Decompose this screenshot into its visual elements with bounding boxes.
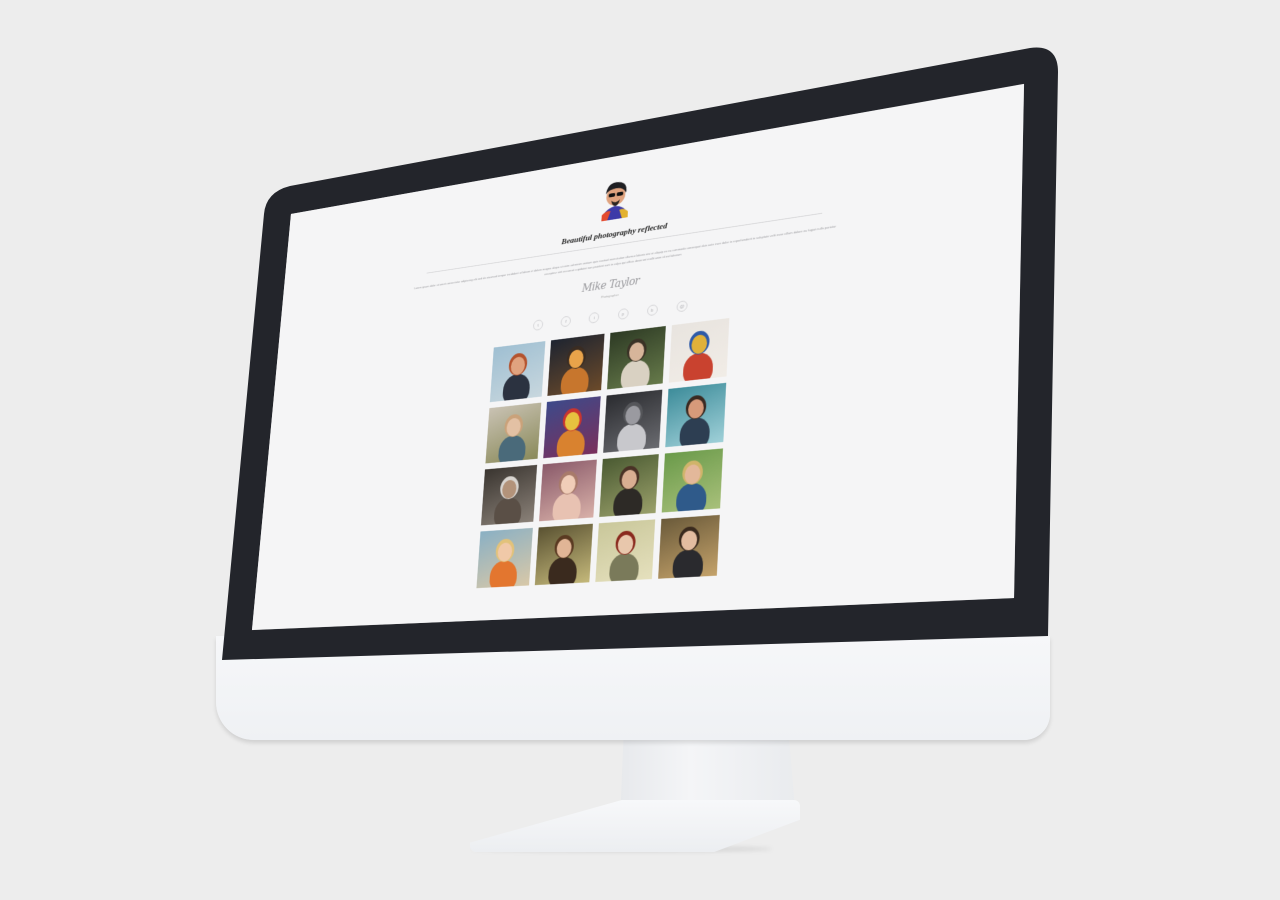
gallery-photo-old-man-smoking[interactable]: [481, 465, 537, 526]
mail-icon[interactable]: @: [676, 300, 687, 312]
gallery-photo-bw-figure[interactable]: [603, 390, 662, 453]
gallery-photo-girl-in-field[interactable]: [485, 403, 541, 464]
photo-gallery: [476, 318, 729, 588]
pinterest-icon[interactable]: p: [617, 308, 628, 320]
gallery-photo-child-in-meadow[interactable]: [662, 448, 723, 512]
gallery-photo-couple-in-water[interactable]: [665, 383, 726, 447]
behance-icon[interactable]: b: [647, 304, 658, 316]
gallery-photo-girl-vintage[interactable]: [595, 519, 655, 582]
gallery-photo-sunset-landscape[interactable]: [547, 334, 604, 396]
gallery-photo-wedding-couple[interactable]: [658, 515, 720, 579]
facebook-icon[interactable]: f: [561, 316, 572, 328]
gallery-photo-portrait-red-hair[interactable]: [490, 341, 546, 402]
gallery-photo-dancer-on-grass[interactable]: [607, 326, 666, 389]
avatar-logo: [593, 173, 639, 224]
gallery-photo-colorful-face[interactable]: [543, 396, 600, 458]
instagram-icon[interactable]: i: [589, 312, 600, 324]
gallery-photo-sleeping-baby[interactable]: [539, 460, 597, 522]
gallery-photo-smiling-toddler[interactable]: [476, 528, 532, 588]
gallery-photo-woman-flowing-hair[interactable]: [535, 524, 593, 585]
gallery-photo-woman-lying-grass[interactable]: [599, 454, 658, 517]
twitter-icon[interactable]: t: [533, 319, 544, 331]
gallery-photo-painted-man[interactable]: [669, 318, 730, 383]
scene: Beautiful photography reflected Lorem ip…: [0, 0, 1280, 900]
